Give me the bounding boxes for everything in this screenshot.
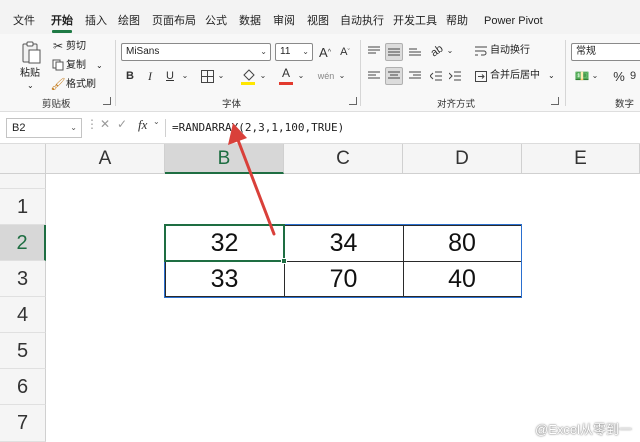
annotation-arrow — [228, 123, 276, 236]
